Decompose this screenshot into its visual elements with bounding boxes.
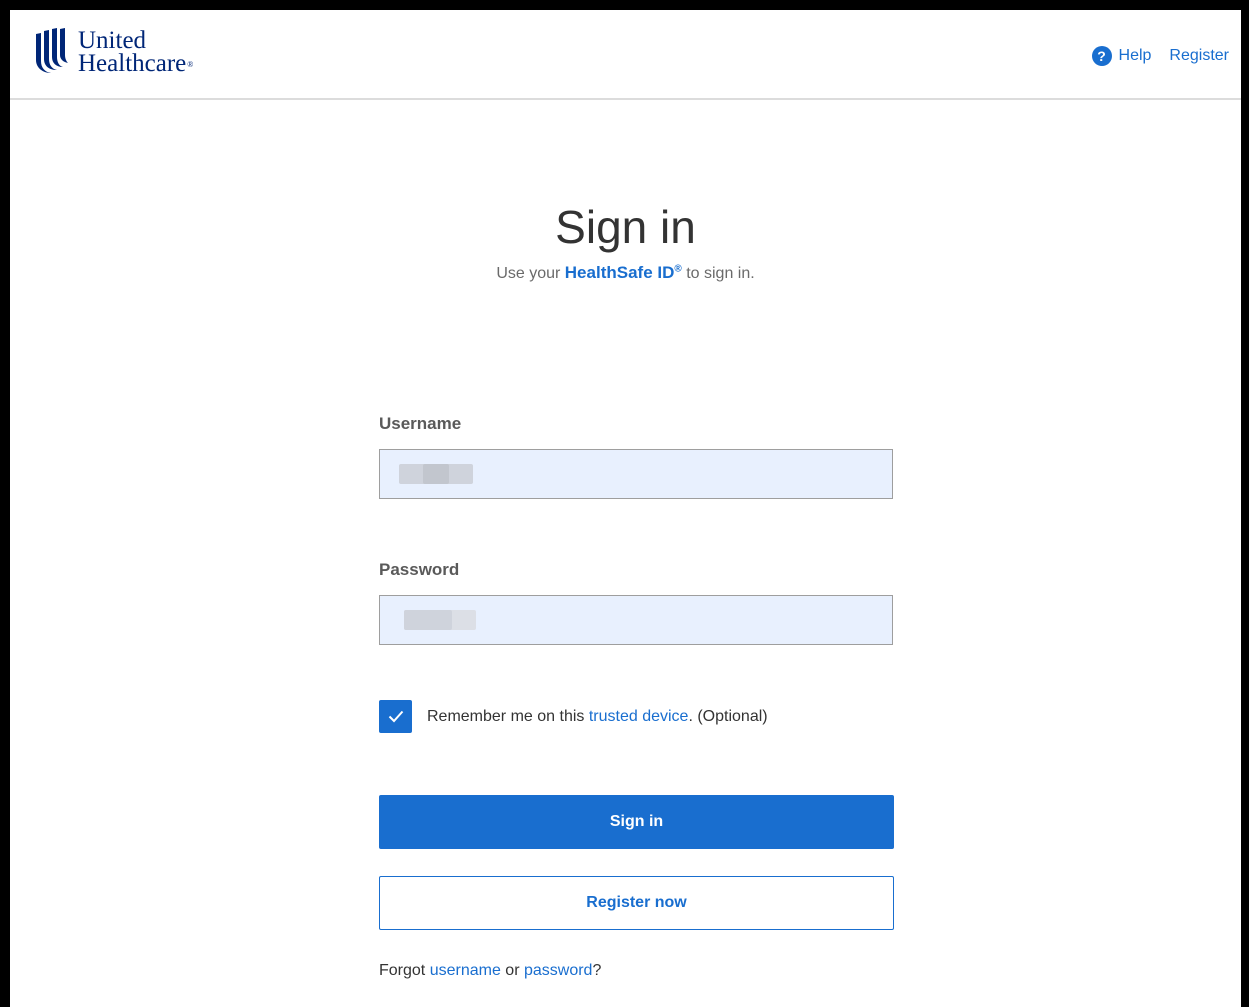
register-now-button[interactable]: Register now	[379, 876, 894, 930]
uhc-logo-icon	[36, 28, 68, 73]
forgot-or: or	[500, 962, 524, 979]
uhc-logo[interactable]: United Healthcare®	[34, 28, 193, 78]
forgot-username-link[interactable]: username	[430, 962, 501, 979]
help-link-label: Help	[1118, 47, 1152, 64]
logo-registered-mark: ®	[187, 59, 194, 69]
help-circle-icon: ?	[1091, 46, 1112, 66]
browser-viewport: United Healthcare® ? Help Register Sign …	[10, 10, 1241, 1007]
healthsafe-id-label: HealthSafe ID	[564, 263, 675, 282]
remember-me-label: Remember me on this trusted device. (Opt…	[427, 708, 768, 726]
healthsafe-id-link[interactable]: HealthSafe ID®	[565, 263, 682, 282]
header-nav: ? Help Register	[1091, 46, 1229, 66]
remember-me-row: Remember me on this trusted device. (Opt…	[379, 700, 768, 733]
healthsafe-registered-mark: ®	[674, 263, 682, 275]
intro-text: Use your HealthSafe ID® to sign in.	[10, 263, 1241, 283]
logo-line-healthcare: Healthcare®	[78, 49, 194, 77]
page-title: Sign in	[555, 201, 696, 253]
logo-wordmark: United Healthcare®	[78, 26, 194, 77]
logo-healthcare-text: Healthcare	[78, 49, 187, 77]
intro-after: to sign in.	[681, 265, 755, 282]
sign-in-button[interactable]: Sign in	[379, 795, 894, 849]
intro-before: Use your	[496, 265, 565, 282]
register-link[interactable]: Register	[1169, 47, 1229, 65]
forgot-credentials: Forgot username or password?	[379, 962, 601, 980]
forgot-before: Forgot	[379, 962, 430, 979]
remember-me-checkbox[interactable]	[379, 700, 412, 733]
forgot-password-link[interactable]: password	[524, 962, 592, 979]
password-redacted-value-dark	[404, 610, 452, 630]
remember-after: . (Optional)	[688, 707, 768, 725]
username-redacted-value-dark	[423, 464, 449, 484]
forgot-after: ?	[592, 962, 602, 979]
checkmark-icon	[388, 710, 403, 723]
trusted-device-link[interactable]: trusted device	[589, 708, 689, 725]
site-header: United Healthcare® ? Help Register	[10, 10, 1241, 100]
username-label: Username	[379, 414, 462, 433]
help-link[interactable]: ? Help	[1091, 46, 1152, 66]
remember-before: Remember me on this	[427, 707, 589, 725]
password-label: Password	[379, 560, 460, 579]
logo-line-united: United	[78, 26, 147, 54]
